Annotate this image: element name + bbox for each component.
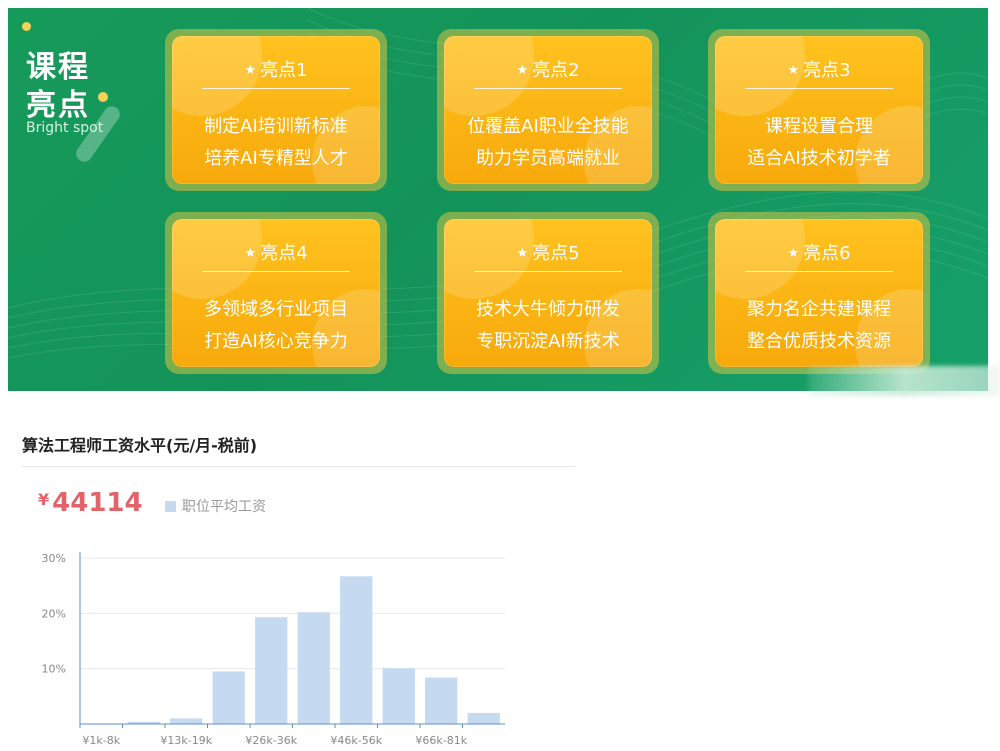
bar-¥19k-26k	[212, 671, 245, 724]
card-text-line1: 位覆盖AI职业全技能	[467, 116, 629, 137]
highlight-card-4: ★ 亮点4 多领域多行业项目 打造AI核心竞争力	[165, 212, 387, 374]
legend-label: 职位平均工资	[182, 499, 266, 515]
chart-legend: 职位平均工资	[165, 496, 266, 516]
card-title: 亮点5	[532, 243, 580, 264]
legend-swatch	[165, 500, 176, 512]
card-text-line1: 课程设置合理	[765, 116, 873, 137]
card-divider	[745, 271, 893, 272]
banner-logo: 课程 亮点 Bright spot	[8, 8, 158, 178]
highlight-card-6: ★ 亮点6 聚力名企共建课程 整合优质技术资源	[708, 212, 930, 374]
x-tick-label: ¥13k-19k	[160, 734, 212, 747]
currency-symbol: ¥	[38, 490, 50, 509]
course-highlights-banner: 课程 亮点 Bright spot ★ 亮点1 制定AI培训新标准 培养AI专精型…	[8, 8, 988, 391]
banner-subtitle: Bright spot	[26, 120, 104, 136]
bar-¥26k-36k	[255, 617, 288, 724]
x-tick-label: ¥26k-36k	[245, 734, 297, 747]
average-salary-value: 44114	[52, 488, 143, 518]
y-tick-label: 10%	[42, 663, 66, 676]
average-salary: ¥44114	[38, 488, 143, 518]
card-divider	[474, 271, 622, 272]
highlight-card-5: ★ 亮点5 技术大牛倾力研发 专职沉淀AI新技术	[437, 212, 659, 374]
star-icon: ★	[244, 63, 257, 78]
card-text-line1: 聚力名企共建课程	[747, 299, 891, 320]
section-divider	[22, 466, 575, 467]
bar-¥56k-66k	[382, 668, 415, 724]
x-tick-label: ¥46k-56k	[330, 734, 382, 747]
y-tick-label: 30%	[42, 552, 66, 565]
card-divider	[745, 88, 893, 89]
star-icon: ★	[787, 63, 800, 78]
highlight-card-1: ★ 亮点1 制定AI培训新标准 培养AI专精型人才	[165, 29, 387, 191]
card-title: 亮点1	[260, 60, 308, 81]
star-icon: ★	[244, 246, 257, 261]
card-title: 亮点6	[803, 243, 851, 264]
yellow-dot-decoration	[98, 92, 108, 102]
card-text-line2: 培养AI专精型人才	[204, 148, 348, 169]
card-title: 亮点2	[532, 60, 580, 81]
card-text-line2: 整合优质技术资源	[747, 331, 891, 352]
bar-¥81k+	[467, 712, 500, 724]
card-divider	[474, 88, 622, 89]
star-icon: ★	[787, 246, 800, 261]
yellow-dot-decoration	[22, 22, 31, 31]
blurred-watermark	[808, 366, 1000, 396]
bar-¥66k-81k	[425, 677, 458, 724]
card-divider	[202, 271, 350, 272]
highlight-card-2: ★ 亮点2 位覆盖AI职业全技能 助力学员高端就业	[437, 29, 659, 191]
card-title: 亮点4	[260, 243, 308, 264]
x-tick-label: ¥1k-8k	[82, 734, 120, 747]
star-icon: ★	[516, 246, 529, 261]
card-text-line2: 打造AI核心竞争力	[204, 331, 348, 352]
card-text-line2: 适合AI技术初学者	[747, 148, 891, 169]
card-text-line2: 助力学员高端就业	[476, 148, 620, 169]
card-text-line2: 专职沉淀AI新技术	[476, 331, 620, 352]
bar-¥13k-19k	[170, 718, 203, 724]
y-tick-label: 20%	[42, 607, 66, 620]
card-title: 亮点3	[803, 60, 851, 81]
x-tick-label: ¥66k-81k	[415, 734, 467, 747]
salary-distribution-chart: 10% 20% 30% ¥1k-8k ¥13k-19k ¥26k-36k ¥46k-56k ¥…	[42, 552, 505, 747]
card-divider	[202, 88, 350, 89]
banner-title-line2: 亮点	[26, 88, 90, 123]
salary-section-title: 算法工程师工资水平(元/月-税前)	[22, 436, 258, 455]
star-icon: ★	[516, 63, 529, 78]
card-text-line1: 多领域多行业项目	[204, 299, 348, 320]
card-text-line1: 制定AI培训新标准	[204, 116, 348, 137]
card-text-line1: 技术大牛倾力研发	[476, 299, 620, 320]
bar-¥46k-56k	[340, 576, 373, 724]
bar-¥36k-46k	[297, 612, 330, 724]
highlight-card-3: ★ 亮点3 课程设置合理 适合AI技术初学者	[708, 29, 930, 191]
